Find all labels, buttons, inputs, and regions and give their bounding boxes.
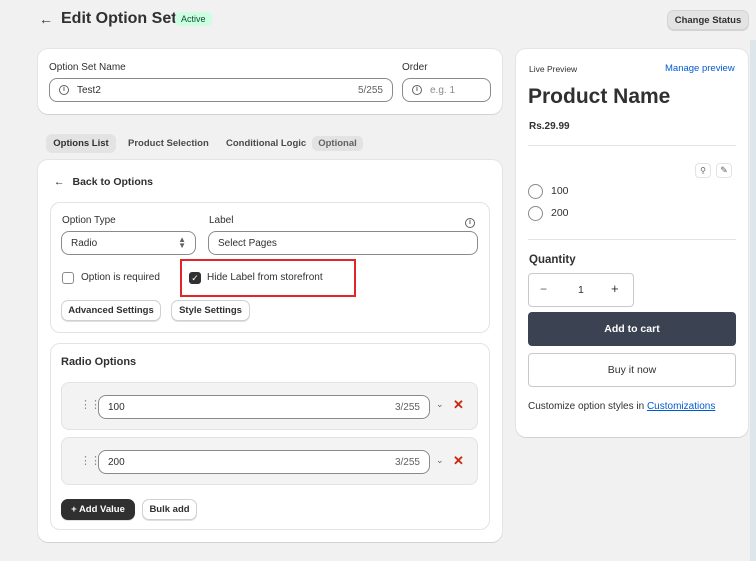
option-value-text: 100 (108, 401, 125, 413)
hide-label-label: Hide Label from storefront (207, 272, 323, 283)
label-info-icon[interactable]: i (465, 215, 475, 228)
drag-handle-icon[interactable]: ⋮⋮ (80, 454, 101, 467)
order-label: Order (402, 62, 428, 73)
option-set-name-counter: 5/255 (357, 84, 383, 96)
tab-product-selection-label: Product Selection (128, 138, 209, 149)
preview-radio-100[interactable] (528, 184, 543, 199)
tab-conditional-logic-label: Conditional Logic (226, 138, 307, 149)
hide-label-checkbox[interactable]: ✓ (189, 272, 201, 284)
arrow-left-icon: ← (54, 176, 65, 188)
optional-badge: Optional (312, 136, 363, 151)
chevron-down-icon[interactable]: ⌄ (436, 399, 444, 410)
delete-icon[interactable]: ✕ (453, 453, 464, 469)
add-to-cart-button[interactable]: Add to cart (528, 312, 736, 346)
customizations-link[interactable]: Customizations (647, 401, 715, 412)
info-icon: i (59, 85, 69, 95)
live-preview-title: Live Preview (529, 64, 578, 74)
chevron-down-icon[interactable]: ⌄ (436, 455, 444, 466)
delete-icon[interactable]: ✕ (453, 397, 464, 413)
order-placeholder: e.g. 1 (430, 84, 456, 96)
option-set-name-label: Option Set Name (49, 62, 126, 73)
tab-conditional-logic[interactable]: Conditional Logic Optional (226, 134, 363, 153)
add-value-button[interactable]: + Add Value (61, 499, 135, 520)
label-value: Select Pages (218, 237, 277, 249)
option-required-label: Option is required (81, 272, 160, 283)
back-to-options-link[interactable]: ← Back to Options (54, 176, 153, 188)
customize-note: Customize option styles in Customization… (528, 401, 715, 412)
option-type-select[interactable]: Radio ▲ ▼ (61, 231, 196, 255)
option-value-counter: 3/255 (394, 456, 420, 468)
change-status-button[interactable]: Change Status (667, 10, 749, 30)
tab-options-list-label: Options List (53, 138, 109, 149)
order-input[interactable]: i e.g. 1 (402, 78, 491, 102)
tab-product-selection[interactable]: Product Selection (128, 134, 209, 153)
label-label: Label (209, 215, 234, 226)
divider (528, 239, 736, 240)
radio-options-title: Radio Options (61, 356, 137, 368)
back-arrow-icon[interactable]: ← (39, 11, 53, 27)
edit-pencil-icon[interactable]: ✎ (716, 163, 732, 178)
quantity-minus-button[interactable]: − (540, 282, 547, 296)
option-required-checkbox[interactable] (62, 272, 74, 284)
option-type-value: Radio (71, 237, 98, 249)
advanced-settings-button[interactable]: Advanced Settings (61, 300, 161, 321)
drag-handle-icon[interactable]: ⋮⋮ (80, 398, 101, 411)
pin-icon[interactable]: ⚲ (695, 163, 711, 178)
product-price: Rs.29.99 (529, 121, 570, 132)
style-settings-button[interactable]: Style Settings (171, 300, 250, 321)
option-set-name-input[interactable]: i Test2 5/255 (49, 78, 393, 102)
option-value-counter: 3/255 (394, 401, 420, 413)
customize-text: Customize option styles in (528, 401, 645, 412)
option-value-text: 200 (108, 456, 125, 468)
option-value-input[interactable]: 200 3/255 (98, 450, 430, 474)
back-to-options-label: Back to Options (72, 176, 154, 188)
option-value-input[interactable]: 100 3/255 (98, 395, 430, 419)
page-title: Edit Option Set (61, 10, 177, 27)
select-chevron-icon: ▲ ▼ (178, 235, 186, 250)
page-scrollbar[interactable] (750, 40, 756, 561)
product-name: Product Name (528, 85, 671, 108)
bulk-add-button[interactable]: Bulk add (142, 499, 197, 520)
preview-radio-200[interactable] (528, 206, 543, 221)
preview-radio-label: 200 (551, 207, 569, 219)
preview-radio-label: 100 (551, 185, 569, 197)
buy-it-now-button[interactable]: Buy it now (528, 353, 736, 387)
info-icon: i (412, 85, 422, 95)
tab-options-list[interactable]: Options List (46, 134, 116, 153)
quantity-value[interactable]: 1 (578, 284, 584, 296)
option-set-name-value: Test2 (77, 84, 101, 96)
divider (528, 145, 736, 146)
quantity-plus-button[interactable]: + (611, 281, 619, 296)
manage-preview-link[interactable]: Manage preview (665, 63, 735, 74)
status-badge: Active (175, 12, 212, 26)
label-input[interactable]: Select Pages (208, 231, 478, 255)
option-type-label: Option Type (62, 215, 116, 226)
quantity-label: Quantity (529, 254, 576, 266)
